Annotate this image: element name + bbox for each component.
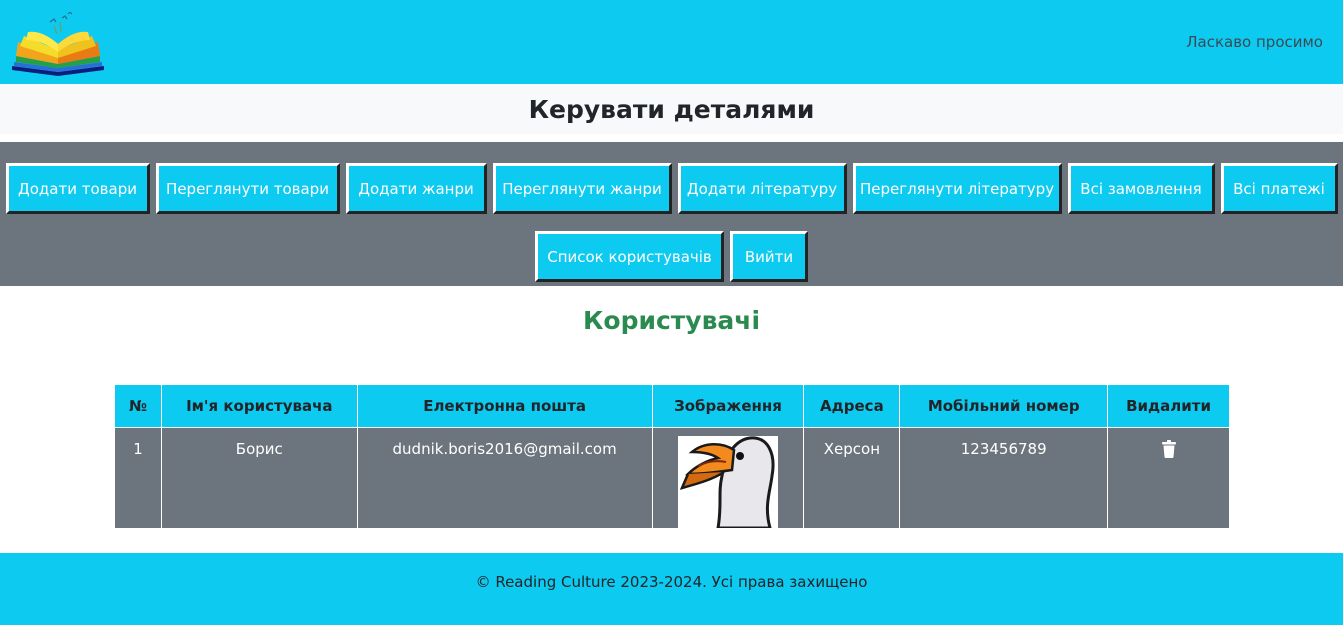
open-book-logo-icon[interactable] [10,12,106,76]
column-header-email: Електронна пошта [356,384,653,428]
column-header-number: № [114,384,162,428]
add-genres-button[interactable]: Додати жанри [345,163,487,214]
cell-username: Борис [160,427,358,529]
footer: © Reading Culture 2023-2024. Усі права з… [0,553,1343,625]
manage-details-title: Керувати деталями [0,84,1343,134]
view-products-button[interactable]: Переглянути товари [155,163,340,214]
add-literature-button[interactable]: Додати літературу [677,163,847,214]
cell-phone: 123456789 [899,427,1109,529]
view-genres-button[interactable]: Переглянути жанри [492,163,672,214]
footer-copyright: © Reading Culture 2023-2024. Усі права з… [475,573,868,591]
cell-email: dudnik.boris2016@gmail.com [356,427,653,529]
admin-nav: Додати товари Переглянути товари Додати … [0,142,1343,286]
divider [0,134,1343,142]
users-section-title: Користувачі [582,306,761,335]
table-row: 1 Борис dudnik.boris2016@gmail.com Херсо… [114,427,1230,529]
admin-nav-row-2: Список користувачів Вийти [0,231,1343,282]
cell-address: Херсон [803,427,901,529]
view-literature-button[interactable]: Переглянути літературу [852,163,1062,214]
welcome-text: Ласкаво просимо [1186,33,1323,51]
users-table: № Ім'я користувача Електронна пошта Зобр… [114,384,1230,529]
top-header: Ласкаво просимо [0,0,1343,84]
cell-image [651,427,805,529]
users-list-button[interactable]: Список користувачів [535,231,724,282]
column-header-phone: Мобільний номер [899,384,1109,428]
cell-number: 1 [114,427,162,529]
add-products-button[interactable]: Додати товари [5,163,150,214]
all-orders-button[interactable]: Всі замовлення [1067,163,1215,214]
logout-button[interactable]: Вийти [730,231,808,282]
column-header-delete: Видалити [1107,384,1230,428]
users-table-container: № Ім'я користувача Електронна пошта Зобр… [114,384,1230,529]
column-header-image: Зображення [651,384,805,428]
table-header-row: № Ім'я користувача Електронна пошта Зобр… [114,384,1230,428]
all-payments-button[interactable]: Всі платежі [1220,163,1338,214]
admin-nav-row-1: Додати товари Переглянути товари Додати … [0,163,1343,214]
column-header-address: Адреса [803,384,901,428]
goose-avatar-image [677,436,778,528]
column-header-username: Ім'я користувача [160,384,358,428]
trash-icon[interactable] [1161,440,1177,458]
cell-delete [1107,427,1230,529]
